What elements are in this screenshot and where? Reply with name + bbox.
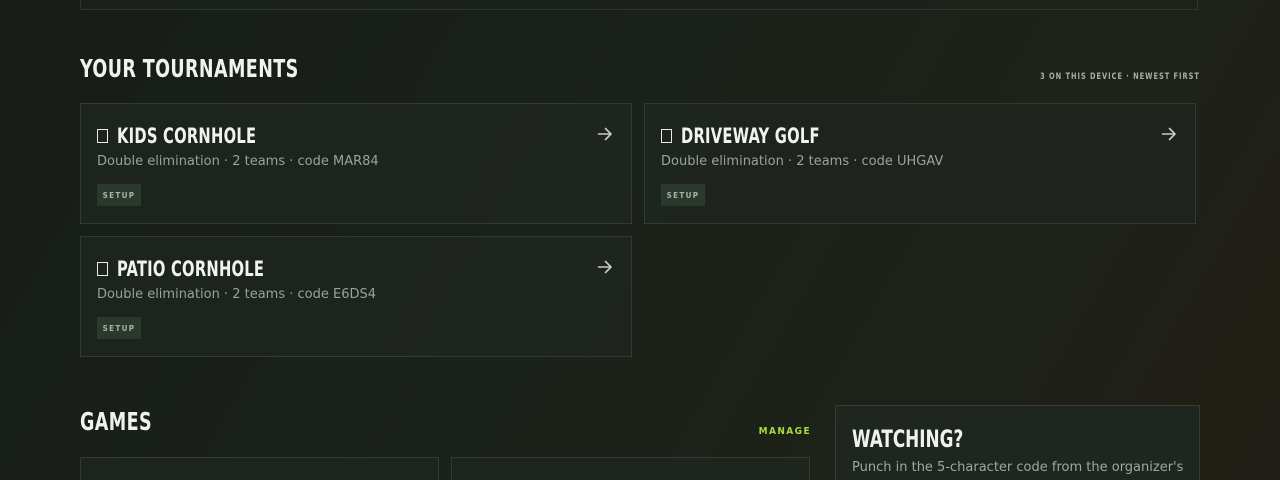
status-badge: SETUP — [661, 184, 705, 206]
tournaments-count-meta: 3 ON THIS DEVICE · NEWEST FIRST — [1040, 72, 1200, 82]
tournament-name: DRIVEWAY GOLF — [681, 124, 820, 148]
watching-title: WATCHING? — [852, 425, 964, 453]
checkbox-icon — [97, 262, 108, 276]
tournament-card-title: DRIVEWAY GOLF — [661, 122, 859, 150]
checkbox-icon — [661, 129, 672, 143]
tournament-description: Double elimination · 2 teams · code UHGA… — [661, 154, 944, 169]
game-card[interactable] — [451, 457, 810, 480]
tournaments-section-title: YOUR TOURNAMENTS — [80, 54, 299, 83]
tournament-card-title: PATIO CORNHOLE — [97, 255, 306, 283]
arrow-right-icon[interactable] — [597, 259, 613, 275]
tournament-card[interactable]: PATIO CORNHOLE Double elimination · 2 te… — [80, 236, 632, 357]
status-badge: SETUP — [97, 184, 141, 206]
watching-description: Punch in the 5-character code from the o… — [852, 460, 1184, 475]
tournament-name: KIDS CORNHOLE — [117, 124, 257, 148]
manage-games-link[interactable]: MANAGE — [740, 426, 811, 437]
status-badge: SETUP — [97, 317, 141, 339]
previous-section-panel — [80, 0, 1198, 10]
arrow-right-icon[interactable] — [1161, 126, 1177, 142]
arrow-right-icon[interactable] — [597, 126, 613, 142]
watching-panel: WATCHING? Punch in the 5-character code … — [835, 405, 1200, 480]
tournament-card[interactable]: DRIVEWAY GOLF Double elimination · 2 tea… — [644, 103, 1196, 224]
tournament-card[interactable]: KIDS CORNHOLE Double elimination · 2 tea… — [80, 103, 632, 224]
tournament-description: Double elimination · 2 teams · code E6DS… — [97, 287, 376, 302]
checkbox-icon — [97, 129, 108, 143]
tournament-description: Double elimination · 2 teams · code MAR8… — [97, 154, 379, 169]
tournament-card-title: KIDS CORNHOLE — [97, 122, 296, 150]
game-card[interactable] — [80, 457, 439, 480]
games-section-title: GAMES — [80, 407, 153, 436]
tournament-name: PATIO CORNHOLE — [117, 257, 265, 281]
